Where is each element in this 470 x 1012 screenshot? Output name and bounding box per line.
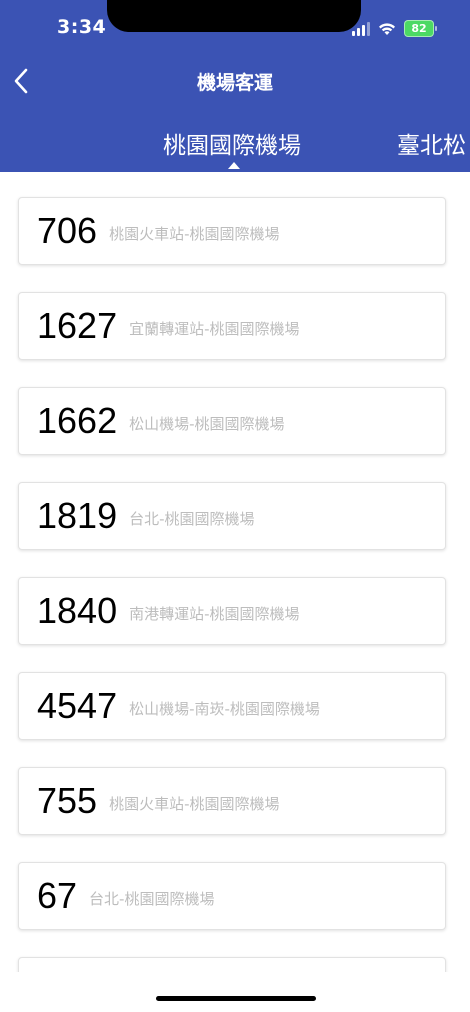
route-description: 台北-桃園國際機場 bbox=[129, 509, 255, 528]
route-number: 1662 bbox=[37, 400, 118, 441]
route-description: 松山機場-桃園國際機場 bbox=[129, 414, 285, 433]
route-card[interactable]: 67 台北-桃園國際機場 bbox=[18, 862, 446, 930]
battery-level: 82 bbox=[411, 22, 427, 35]
route-number: 1627 bbox=[37, 305, 118, 346]
route-number: 1819 bbox=[37, 495, 118, 536]
route-number: 4547 bbox=[37, 685, 118, 726]
route-number: 706 bbox=[37, 210, 98, 251]
app-header: 3:34 82 機場客運 桃園國際機場 臺北松 bbox=[0, 0, 470, 172]
screen: 3:34 82 機場客運 桃園國際機場 臺北松 706 桃園火車站-桃園國際機場… bbox=[0, 0, 470, 1012]
route-description: 台北-桃園國際機場 bbox=[89, 889, 215, 908]
route-number: 755 bbox=[37, 780, 98, 821]
status-icons: 82 bbox=[352, 20, 437, 37]
wifi-icon bbox=[379, 22, 395, 35]
device-notch bbox=[107, 0, 361, 32]
active-tab-indicator bbox=[228, 162, 240, 169]
route-card[interactable]: 1662 松山機場-桃園國際機場 bbox=[18, 387, 446, 455]
route-number: 67 bbox=[37, 875, 78, 916]
route-card[interactable]: 4547 松山機場-南崁-桃園國際機場 bbox=[18, 672, 446, 740]
route-number: 1840 bbox=[37, 590, 118, 631]
status-time: 3:34 bbox=[57, 16, 107, 38]
route-card[interactable]: 706 桃園火車站-桃園國際機場 bbox=[18, 197, 446, 265]
tab-songshan-airport[interactable]: 臺北松 bbox=[397, 126, 466, 160]
route-card[interactable]: 1627 宜蘭轉運站-桃園國際機場 bbox=[18, 292, 446, 360]
route-card[interactable]: 1840 南港轉運站-桃園國際機場 bbox=[18, 577, 446, 645]
route-list[interactable]: 706 桃園火車站-桃園國際機場 1627 宜蘭轉運站-桃園國際機場 1662 … bbox=[0, 172, 470, 972]
battery-icon: 82 bbox=[404, 20, 437, 37]
cellular-signal-icon bbox=[352, 21, 370, 36]
route-description: 桃園火車站-桃園國際機場 bbox=[109, 794, 280, 813]
route-description: 南港轉運站-桃園國際機場 bbox=[129, 604, 300, 623]
route-card-partial[interactable] bbox=[18, 957, 446, 972]
route-description: 桃園火車站-桃園國際機場 bbox=[109, 224, 280, 243]
airport-tabs: 桃園國際機場 臺北松 bbox=[0, 122, 470, 172]
route-card[interactable]: 755 桃園火車站-桃園國際機場 bbox=[18, 767, 446, 835]
home-indicator[interactable] bbox=[156, 996, 316, 1001]
page-title: 機場客運 bbox=[196, 72, 273, 94]
route-description: 宜蘭轉運站-桃園國際機場 bbox=[129, 319, 300, 338]
route-card[interactable]: 1819 台北-桃園國際機場 bbox=[18, 482, 446, 550]
tab-taoyuan-airport[interactable]: 桃園國際機場 bbox=[163, 126, 301, 160]
route-description: 松山機場-南崁-桃園國際機場 bbox=[129, 699, 320, 718]
